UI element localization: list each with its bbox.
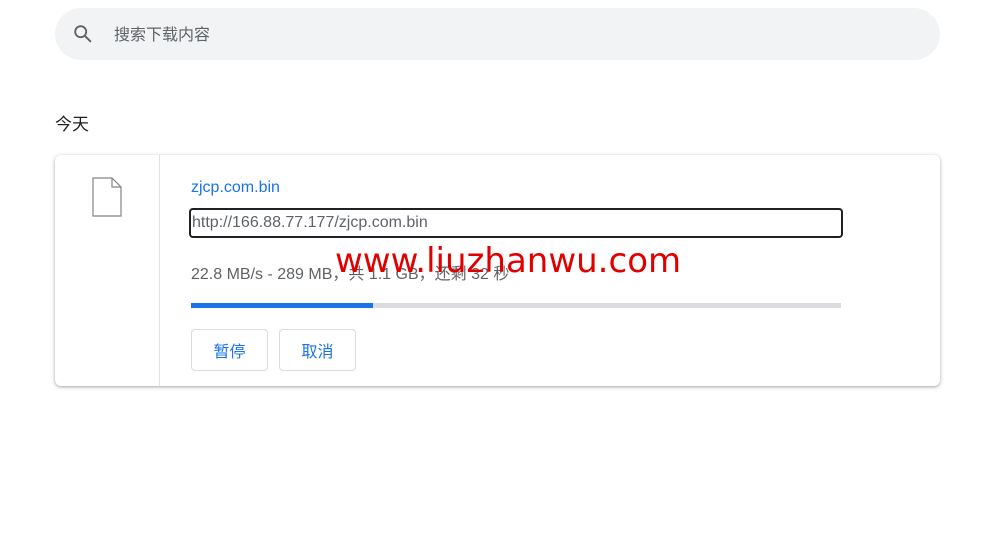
- pause-button[interactable]: 暂停: [191, 329, 268, 371]
- search-input[interactable]: [114, 18, 894, 50]
- progress-bar: [191, 303, 841, 308]
- search-icon: [74, 25, 92, 43]
- watermark-text: www.liuzhanwu.com: [335, 241, 682, 281]
- file-icon: [92, 177, 122, 217]
- cancel-button[interactable]: 取消: [279, 329, 356, 371]
- file-name-link[interactable]: zjcp.com.bin: [191, 179, 280, 197]
- progress-fill: [191, 303, 373, 308]
- card-divider: [159, 155, 160, 386]
- date-heading: 今天: [55, 115, 89, 135]
- file-url-link[interactable]: http://166.88.77.177/zjcp.com.bin: [189, 208, 843, 238]
